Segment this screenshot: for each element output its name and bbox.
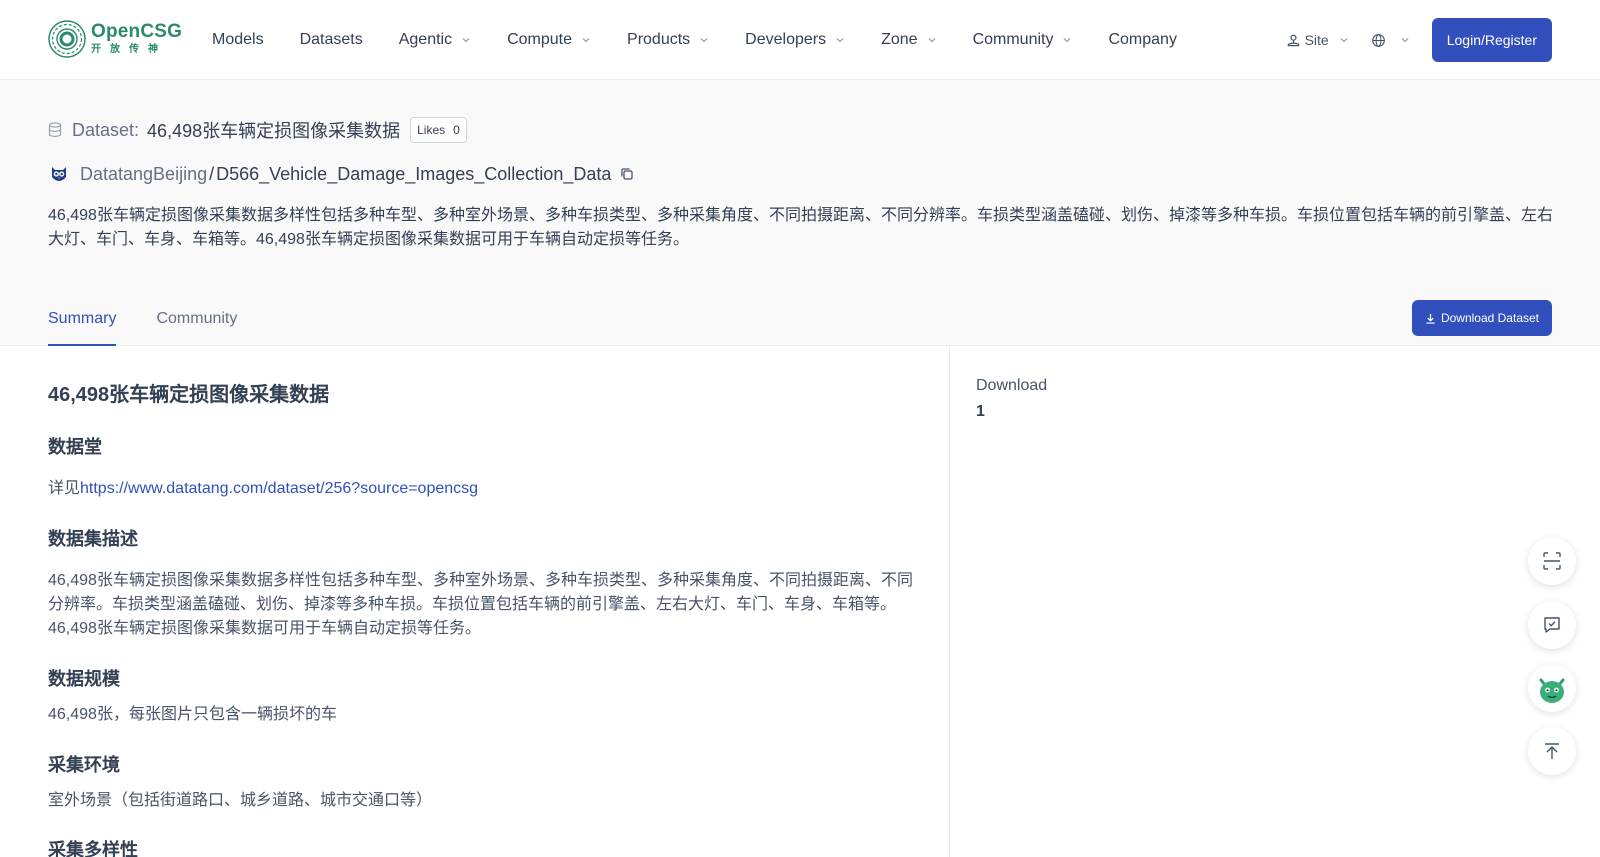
site-label: Site	[1304, 32, 1329, 48]
nav-compute[interactable]: Compute	[507, 31, 591, 49]
nav-datasets[interactable]: Datasets	[300, 31, 363, 49]
section-heading-scale: 数据规模	[48, 669, 120, 689]
dataset-tabs: Summary Community	[48, 306, 277, 346]
nav-zone[interactable]: Zone	[881, 31, 936, 49]
nav-agentic[interactable]: Agentic	[399, 31, 471, 49]
tab-community[interactable]: Community	[156, 306, 237, 346]
chevron-down-icon	[1064, 38, 1071, 43]
main-nav: Models Datasets Agentic Compute Products…	[212, 0, 1213, 80]
chevron-down-icon	[1340, 38, 1348, 43]
section-heading-environment: 采集环境	[48, 755, 120, 775]
feedback-button[interactable]	[1528, 601, 1576, 649]
download-dataset-label: Download Dataset	[1440, 311, 1539, 325]
nav-products[interactable]: Products	[627, 31, 709, 49]
readme-panel: 46,498张车辆定损图像采集数据 数据堂 详见https://www.data…	[0, 346, 950, 857]
section-heading-diversity: 采集多样性	[48, 840, 138, 857]
section-heading-description: 数据集描述	[48, 529, 138, 549]
chevron-down-icon	[836, 38, 844, 43]
section-heading-datatang: 数据堂	[48, 437, 102, 457]
dataset-name: 46,498张车辆定损图像采集数据	[147, 121, 401, 141]
section-text-description: 46,498张车辆定损图像采集数据多样性包括多种车型、多种室外场景、多种车损类型…	[48, 572, 913, 637]
chevron-down-icon	[1401, 38, 1409, 43]
dataset-header: Dataset: 46,498张车辆定损图像采集数据 Likes 0 Datat…	[0, 80, 1600, 346]
owner-avatar[interactable]	[48, 163, 70, 185]
nav-company-label: Company	[1108, 31, 1177, 48]
chevron-down-icon	[582, 38, 590, 43]
nav-community-label: Community	[972, 31, 1054, 48]
nav-community[interactable]: Community	[973, 31, 1073, 49]
nav-company[interactable]: Company	[1108, 31, 1176, 49]
chevron-down-icon	[462, 38, 470, 43]
site-selector[interactable]: Site	[1286, 32, 1353, 48]
nav-agentic-label: Agentic	[398, 31, 453, 48]
scan-button[interactable]	[1528, 537, 1576, 585]
download-count: 1	[976, 403, 985, 420]
dataset-title-row: Dataset: 46,498张车辆定损图像采集数据 Likes 0	[48, 117, 467, 143]
database-icon	[48, 122, 62, 138]
download-label: Download	[976, 377, 1048, 394]
nav-models[interactable]: Models	[212, 31, 264, 49]
language-selector[interactable]	[1371, 33, 1414, 48]
login-register-button[interactable]: Login/Register	[1431, 18, 1552, 62]
dataset-description: 46,498张车辆定损图像采集数据多样性包括多种车型、多种室外场景、多种车损类型…	[48, 207, 1553, 248]
assistant-button[interactable]	[1528, 664, 1576, 712]
section-text-datatang: 详见https://www.datatang.com/dataset/256?s…	[48, 477, 918, 501]
section-text-environment: 室外场景（包括街道路口、城乡道路、城市交通口等）	[48, 792, 433, 809]
likes-label: Likes	[417, 123, 446, 137]
download-stats: Download 1	[976, 377, 1047, 421]
copy-icon[interactable]	[619, 166, 635, 182]
nav-models-label: Models	[212, 31, 264, 48]
back-to-top-button[interactable]	[1528, 727, 1576, 775]
nav-products-label: Products	[627, 31, 691, 48]
site-icon	[1287, 34, 1299, 46]
chevron-down-icon	[928, 38, 936, 43]
logo-name: OpenCSG	[91, 21, 183, 42]
message-check-icon	[1544, 617, 1560, 633]
arrow-up-icon	[1545, 743, 1559, 759]
nav-zone-label: Zone	[881, 31, 918, 48]
nav-developers[interactable]: Developers	[745, 31, 845, 49]
dataset-path: DatatangBeijing / D566_Vehicle_Damage_Im…	[48, 161, 635, 187]
dataset-label: Dataset:	[72, 119, 140, 140]
path-separator: /	[209, 163, 215, 184]
datatang-link[interactable]: https://www.datatang.com/dataset/256?sou…	[80, 480, 478, 497]
header-tools: Site Login/Register	[1286, 18, 1552, 62]
download-dataset-button[interactable]: Download Dataset	[1411, 300, 1552, 336]
nav-datasets-label: Datasets	[299, 31, 363, 48]
likes-count: 0	[453, 123, 460, 137]
repo-name: D566_Vehicle_Damage_Images_Collection_Da…	[216, 163, 612, 184]
nav-developers-label: Developers	[745, 31, 827, 48]
section-text-scale: 46,498张，每张图片只包含一辆损坏的车	[48, 706, 337, 723]
readme-title: 46,498张车辆定损图像采集数据	[48, 384, 330, 406]
download-icon	[1426, 313, 1435, 324]
globe-icon	[1371, 33, 1385, 47]
chevron-down-icon	[700, 38, 708, 43]
opencsg-logo[interactable]: OpenCSG 开放传神	[47, 19, 182, 59]
likes-button[interactable]: Likes 0	[410, 117, 467, 143]
logo-subtitle: 开放传神	[91, 44, 167, 55]
assistant-mascot-icon	[1539, 678, 1565, 703]
detail-prefix: 详见	[48, 480, 81, 497]
owner-link[interactable]: DatatangBeijing	[80, 164, 207, 185]
scan-icon	[1543, 552, 1561, 570]
opencsg-logo-icon	[48, 20, 86, 58]
top-navigation-bar: OpenCSG 开放传神 Models Datasets Agentic Com…	[0, 0, 1600, 80]
tab-summary[interactable]: Summary	[48, 306, 117, 346]
nav-compute-label: Compute	[507, 31, 573, 48]
